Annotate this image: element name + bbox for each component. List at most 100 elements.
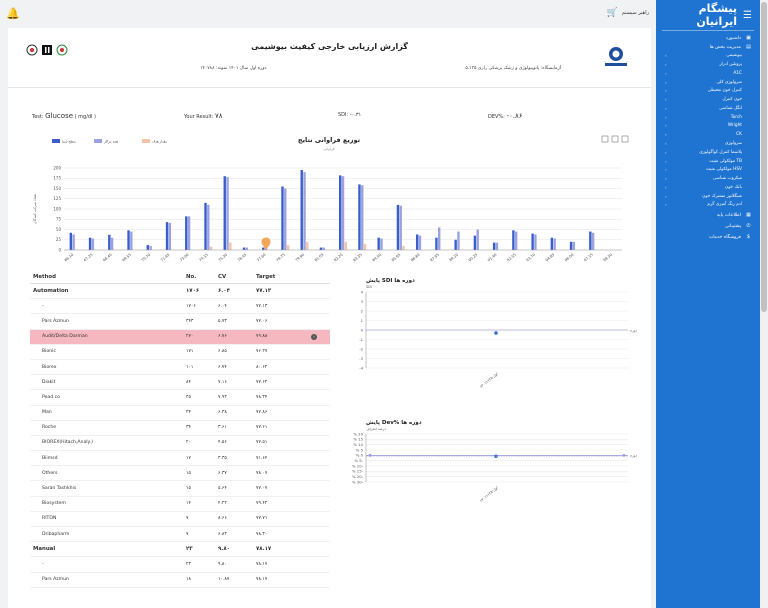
table-row[interactable]: Audit/Delta Darman ۲۷۰ ۶.۷۶ ۷۹.۸۸ ›: [30, 329, 330, 345]
legend-label[interactable]: سطح شما: [62, 140, 76, 144]
menu-icon[interactable]: ☰: [743, 10, 752, 21]
col-target: Target: [256, 273, 276, 280]
sidebar-subitem[interactable]: ‹ کنترل خون محیطی: [656, 87, 760, 96]
sidebar-item-1[interactable]: مدیریت بخش ها ▤: [656, 43, 760, 52]
cell-no: ۸۴: [186, 379, 191, 385]
cell-method: Audit/Delta Darman: [42, 334, 88, 340]
sidebar-subitem[interactable]: ‹ انگل شناسی: [656, 105, 760, 114]
chevron-icon: ‹: [665, 184, 667, 190]
sidebar-subitem[interactable]: ‹ شیگلاتور مشترک خون: [656, 193, 760, 202]
x-tick-label: 77.60: [256, 252, 267, 262]
scrollbar-thumb[interactable]: [761, 2, 767, 312]
sidebar-subitem[interactable]: ‹ مولکولی مثبت HSV: [656, 166, 760, 175]
sidebar-subitem[interactable]: ‹ بیوشیمی: [656, 52, 760, 61]
cell-method: Others: [42, 470, 58, 476]
y-tick-label: 175: [53, 176, 61, 181]
sidebar-subitem[interactable]: ‹ ادم رنگ آمیزی گرم: [656, 201, 760, 210]
table-row[interactable]: Automation ۱۷۰۶ ۶.۰۴ ۷۷.۱۳: [30, 284, 330, 300]
sidebar-subitem[interactable]: ‹ پروتئین ادرار: [656, 61, 760, 70]
data-point[interactable]: [494, 331, 498, 335]
sidebar-subitem[interactable]: ‹ سرولوژی: [656, 140, 760, 149]
histogram-bar: [168, 222, 172, 250]
cell-cv: ۴.۲۲: [218, 501, 227, 507]
sidebar-item-bottom-0[interactable]: اطلاعات پایه ▦: [656, 210, 760, 221]
histogram-bar: [363, 243, 367, 250]
cell-cv: ۶.۸۵: [218, 349, 227, 355]
y-tick-label: % 5-: [354, 458, 363, 463]
sidebar-item-bottom-2[interactable]: فروشگاه خدمات $: [656, 232, 760, 243]
table-row[interactable]: Others ۱۵ ۶.۳۷ ۷۸.۰۷: [30, 466, 330, 482]
sidebar-subitem[interactable]: ‹ خون کنترل: [656, 96, 760, 105]
histogram-bar: [185, 216, 188, 250]
cell-no: ۲۰: [186, 440, 191, 446]
x-tick-label: 71.85: [160, 253, 170, 263]
cart-icon[interactable]: 🛒: [606, 8, 617, 18]
histogram-bar: [306, 241, 309, 250]
sidebar-subitem-label: شیگلاتور مشترک خون: [702, 193, 742, 199]
table-row[interactable]: RITON ۷ ۸.۶۶ ۷۷.۷۱: [30, 512, 330, 527]
table-row[interactable]: Bionic ۱۷۱ ۶.۸۵ ۷۶.۲۷: [30, 345, 330, 360]
table-row[interactable]: Manual ۲۳ ۹.۸۰ ۷۸.۱۷: [30, 542, 330, 558]
brand: ☰ پیشگام ایرانیان: [656, 0, 760, 30]
histogram-bar: [380, 238, 383, 250]
cell-method: Bionic: [42, 349, 56, 355]
x-tick-label: 75.30: [218, 252, 229, 262]
sdi-value: -۰.۳۱: [349, 112, 362, 118]
table-row[interactable]: Biimsd ۱۷ ۳.۳۵ ۷۱.۶۴: [30, 451, 330, 467]
sidebar-subitem[interactable]: ‹ بانک خون: [656, 184, 760, 193]
histogram-bar: [286, 245, 290, 250]
x-tick-label: 85.65: [391, 253, 401, 263]
legend-label[interactable]: مقدار هدف: [152, 140, 167, 144]
cell-target: ۷۸.۱۷: [256, 561, 268, 567]
cell-cv: ۳.۶۱: [218, 425, 227, 431]
cell-cv: ۴.۵۶: [218, 440, 227, 446]
sidebar-subitem[interactable]: ‹ CK: [656, 131, 760, 140]
cell-method: Dribapharm: [42, 531, 70, 537]
sidebar-subitem[interactable]: ‹ پلاسما کنترل کواگولوژی: [656, 149, 760, 158]
chart-line-icon[interactable]: [611, 135, 619, 143]
table-row[interactable]: BIOREX(Hitach,Analy.) ۲۰ ۴.۵۶ ۷۷.۵۱: [30, 436, 330, 452]
chart-bar-icon[interactable]: [601, 135, 609, 143]
histogram-bar: [165, 222, 169, 250]
table-row[interactable]: Pars Azmun ۳۴۳ ۵.۷۳ ۷۷.۰۶: [30, 314, 330, 330]
table-row[interactable]: Biosystem ۱۴ ۴.۲۲ ۷۹.۴۲: [30, 497, 330, 512]
histogram-bar: [146, 245, 149, 250]
table-row[interactable]: Saran Tashkhis ۱۵ ۵.۶۴ ۷۷.۰۷: [30, 481, 330, 497]
table-row[interactable]: Pead co ۳۵ ۷.۹۳ ۷۸.۳۴: [30, 390, 330, 406]
table-row[interactable]: Man ۳۴ ۶.۳۸ ۷۷.۸۶: [30, 406, 330, 421]
sidebar-subitem-label: بیوشیمی: [726, 53, 742, 59]
sidebar-subitem[interactable]: ‹ میکروب شناسی: [656, 175, 760, 184]
user-menu[interactable]: 🛒 راهبر سیستم: [606, 8, 649, 18]
sidebar: ☰ پیشگام ایرانیان داشبورد ▣ مدیریت بخش ها ▤…: [656, 0, 760, 608]
chevron-icon: ‹: [665, 114, 667, 120]
y-tick-label: % 30-: [352, 479, 364, 484]
histogram-bar: [591, 232, 595, 250]
table-row[interactable]: - ۲۳ ۹.۸۰ ۷۸.۱۷: [30, 557, 330, 573]
histogram-bar: [550, 237, 554, 250]
bell-icon[interactable]: 🔔: [6, 7, 20, 20]
x-tick-label: 74.15: [198, 253, 208, 263]
legend-label[interactable]: همه مراکز: [103, 140, 118, 144]
cell-cv: ۵.۶۴: [218, 486, 227, 492]
sidebar-subitem[interactable]: ‹ A1C: [656, 70, 760, 79]
sidebar-subitem[interactable]: ‹ Torch: [656, 113, 760, 122]
table-row[interactable]: Pars Azmun ۱۸ ۱۰.۸۷ ۷۸.۱۷: [30, 573, 330, 588]
cell-method: Biimsd: [42, 455, 58, 461]
sidebar-item-bottom-1[interactable]: پشتیبانی ✆: [656, 221, 760, 232]
table-row[interactable]: - ۱۷۰۶ ۶.۰۴ ۷۷.۱۳: [30, 299, 330, 315]
table-row[interactable]: Diakit ۸۴ ۷.۱۶ ۷۷.۶۲: [30, 375, 330, 391]
table-row[interactable]: Biorex ۱۰۱ ۶.۷۴ ۸۰.۶۲: [30, 360, 330, 376]
info-icon[interactable]: ›: [311, 333, 317, 340]
download-icon[interactable]: [621, 135, 629, 143]
sidebar-item-0[interactable]: داشبورد ▣: [656, 34, 760, 43]
table-row[interactable]: Roche ۳۴ ۳.۶۱ ۷۷.۶۱: [30, 421, 330, 436]
table-row[interactable]: Dribapharm ۷ ۶.۸۳ ۷۸.۳۰: [30, 527, 330, 543]
page-scrollbar[interactable]: [760, 0, 768, 608]
sidebar-subitem[interactable]: ‹ مولکولی مثبت TB: [656, 157, 760, 166]
sidebar-subitem[interactable]: ‹ Wright: [656, 122, 760, 131]
sidebar-subitem-label: انگل شناسی: [719, 105, 742, 111]
chevron-icon: ‹: [665, 202, 667, 208]
x-tick-label: 83.35: [352, 253, 362, 263]
dev-chart: پایش Dev% دوره هادرصد انحراف% 20% 15% 10…: [352, 420, 637, 503]
sidebar-subitem[interactable]: ‹ سرولوژی کلی: [656, 78, 760, 87]
